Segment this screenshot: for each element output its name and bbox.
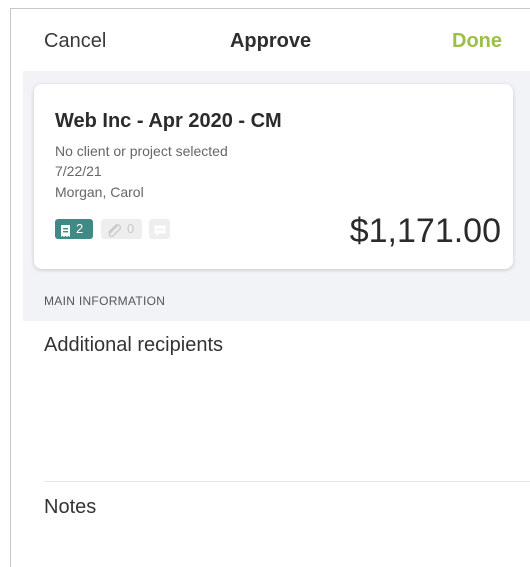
notes-field[interactable]: Notes	[44, 496, 96, 519]
submitter-name: Morgan, Carol	[55, 184, 144, 200]
attachments-count: 0	[127, 221, 135, 236]
comments-badge	[149, 219, 170, 239]
report-summary-card[interactable]: Web Inc - Apr 2020 - CM No client or pro…	[34, 84, 513, 269]
approve-sheet: Cancel Approve Done Web Inc - Apr 2020 -…	[10, 8, 530, 567]
nav-bar: Cancel Approve Done	[11, 9, 530, 70]
receipts-badge: 2	[55, 219, 93, 239]
cancel-button[interactable]: Cancel	[44, 30, 106, 53]
paperclip-icon	[106, 223, 122, 243]
comment-icon	[154, 223, 166, 243]
attachments-badge: 0	[101, 219, 142, 239]
additional-recipients-field[interactable]: Additional recipients	[44, 334, 223, 357]
receipt-icon	[60, 223, 71, 243]
done-button[interactable]: Done	[452, 30, 502, 53]
report-title: Web Inc - Apr 2020 - CM	[55, 110, 282, 132]
divider	[44, 481, 530, 482]
client-project: No client or project selected	[55, 143, 228, 159]
report-date: 7/22/21	[55, 163, 102, 179]
section-header-main-information: MAIN INFORMATION	[44, 294, 166, 308]
receipts-count: 2	[76, 221, 84, 236]
report-amount: $1,171.00	[349, 212, 501, 250]
